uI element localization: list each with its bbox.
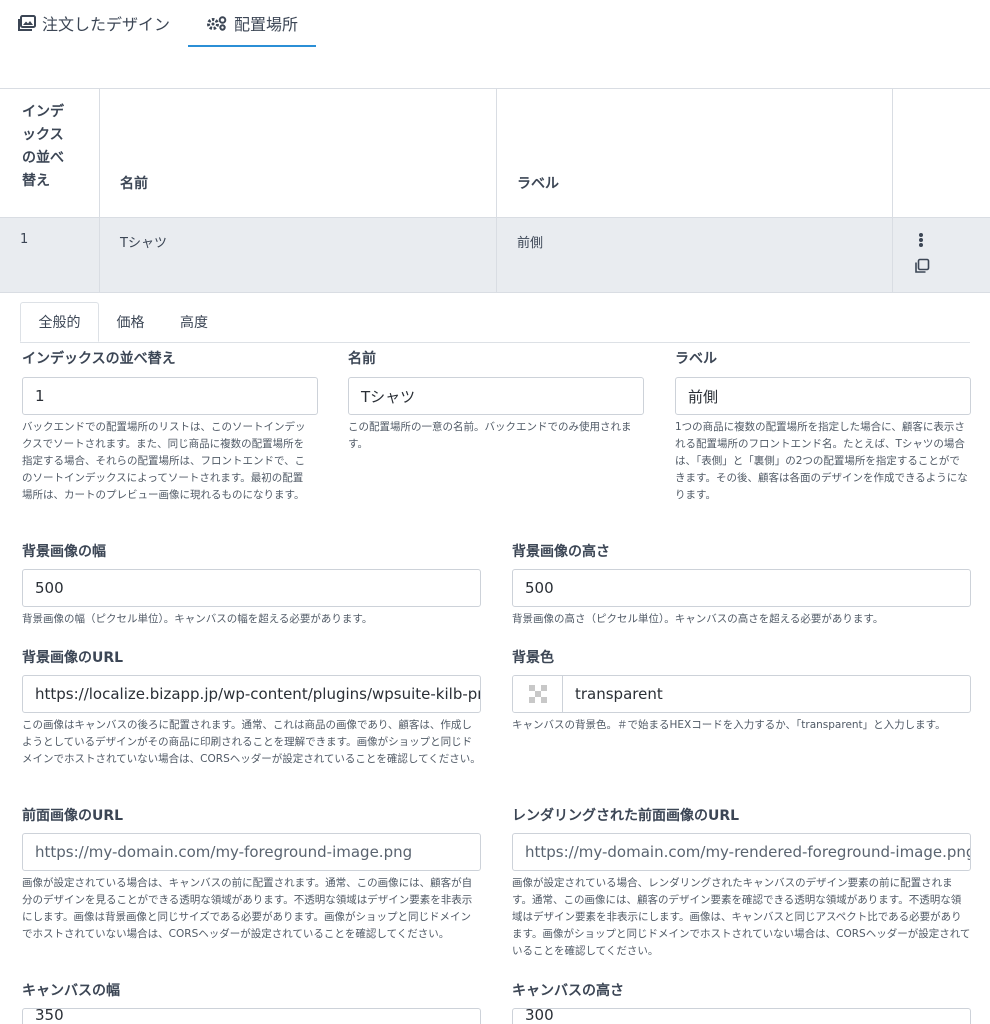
placements-table: インデ ックス の並べ 替え 名前 ラベル 1 Tシャツ 前側	[0, 88, 990, 293]
canvas-height-input[interactable]: 300	[512, 1008, 971, 1024]
column-header-name[interactable]: 名前	[100, 89, 497, 217]
sort-index-label: インデックスの並べ替え	[22, 351, 176, 367]
tab-placements[interactable]: 配置場所	[188, 0, 317, 47]
color-swatch[interactable]	[513, 676, 563, 712]
label-label: ラベル	[675, 351, 717, 367]
label-help: 1つの商品に複数の配置場所を指定した場合に、顧客に表示される配置場所のフロントエ…	[675, 421, 968, 501]
header-line: ックス	[22, 127, 64, 143]
more-vertical-icon[interactable]	[917, 232, 925, 248]
sort-index-help: バックエンドでの配置場所のリストは、このソートインデックスでソートされます。また…	[22, 421, 306, 501]
column-header-label[interactable]: ラベル	[497, 89, 893, 217]
duplicate-icon[interactable]	[914, 258, 930, 274]
tab-advanced[interactable]: 高度	[162, 302, 226, 342]
tab-label: 配置場所	[234, 15, 299, 34]
bg-url-help: この画像はキャンバスの後ろに配置されます。通常、これは商品の画像であり、顧客は、…	[22, 719, 481, 765]
bg-height-label: 背景画像の高さ	[512, 544, 610, 560]
bg-color-field[interactable]: transparent	[512, 675, 971, 713]
fg-url-help: 画像が設定されている場合は、キャンバスの前に配置されます。通常、この画像には、顧…	[22, 877, 473, 940]
bg-width-input[interactable]: 500	[22, 569, 481, 607]
bg-height-help: 背景画像の高さ（ピクセル単位）。キャンバスの高さを超える必要があります。	[512, 613, 884, 625]
name-label: 名前	[348, 351, 376, 367]
name-input[interactable]: Tシャツ	[348, 377, 644, 415]
table-row[interactable]: 1 Tシャツ 前側	[0, 217, 990, 292]
cell-index: 1	[0, 218, 100, 292]
image-gallery-icon	[18, 15, 36, 31]
header-line: の並べ	[22, 150, 64, 166]
rendered-fg-url-label: レンダリングされた前面画像のURL	[512, 808, 740, 824]
bg-url-label: 背景画像のURL	[22, 650, 124, 666]
top-tab-bar: 注文したデザイン 配置場所	[0, 0, 990, 48]
canvas-width-label: キャンバスの幅	[22, 983, 120, 999]
cell-name: Tシャツ	[100, 218, 497, 292]
bg-color-help: キャンバスの背景色。＃で始まるHEXコードを入力するか、「transparent…	[512, 719, 946, 731]
header-line: インデ	[22, 104, 64, 120]
bg-url-input[interactable]: https://localize.bizapp.jp/wp-content/pl…	[22, 675, 481, 713]
label-input[interactable]: 前側	[675, 377, 971, 415]
canvas-width-input[interactable]: 350	[22, 1008, 481, 1024]
fg-url-input[interactable]: https://my-domain.com/my-foreground-imag…	[22, 833, 481, 871]
bg-width-help: 背景画像の幅（ピクセル単位）。キャンバスの幅を超える必要があります。	[22, 613, 373, 625]
name-help: この配置場所の一意の名前。バックエンドでのみ使用されます。	[348, 421, 632, 450]
fg-url-label: 前面画像のURL	[22, 808, 124, 824]
bg-color-value: transparent	[575, 685, 663, 703]
tab-label: 注文したデザイン	[42, 15, 171, 34]
canvas-height-label: キャンバスの高さ	[512, 983, 624, 999]
column-header-actions	[893, 89, 990, 217]
bg-color-label: 背景色	[512, 650, 554, 666]
transparent-checker-icon	[528, 685, 547, 703]
bg-height-input[interactable]: 500	[512, 569, 971, 607]
cell-label: 前側	[497, 218, 893, 292]
rendered-fg-url-help: 画像が設定されている場合、レンダリングされたキャンバスのデザイン要素の前に配置さ…	[512, 877, 971, 957]
sort-index-input[interactable]: 1	[22, 377, 318, 415]
placement-settings-tabs: 全般的 価格 高度	[20, 302, 970, 343]
tab-general[interactable]: 全般的	[20, 302, 99, 342]
bg-width-label: 背景画像の幅	[22, 544, 106, 560]
cell-actions	[893, 218, 990, 292]
tab-ordered-designs[interactable]: 注文したデザイン	[18, 0, 170, 46]
rendered-fg-url-input[interactable]: https://my-domain.com/my-rendered-foregr…	[512, 833, 971, 871]
gears-icon	[207, 16, 227, 31]
header-line: 替え	[22, 173, 50, 189]
column-header-sort-index[interactable]: インデ ックス の並べ 替え	[0, 89, 100, 217]
tab-price[interactable]: 価格	[99, 302, 162, 342]
